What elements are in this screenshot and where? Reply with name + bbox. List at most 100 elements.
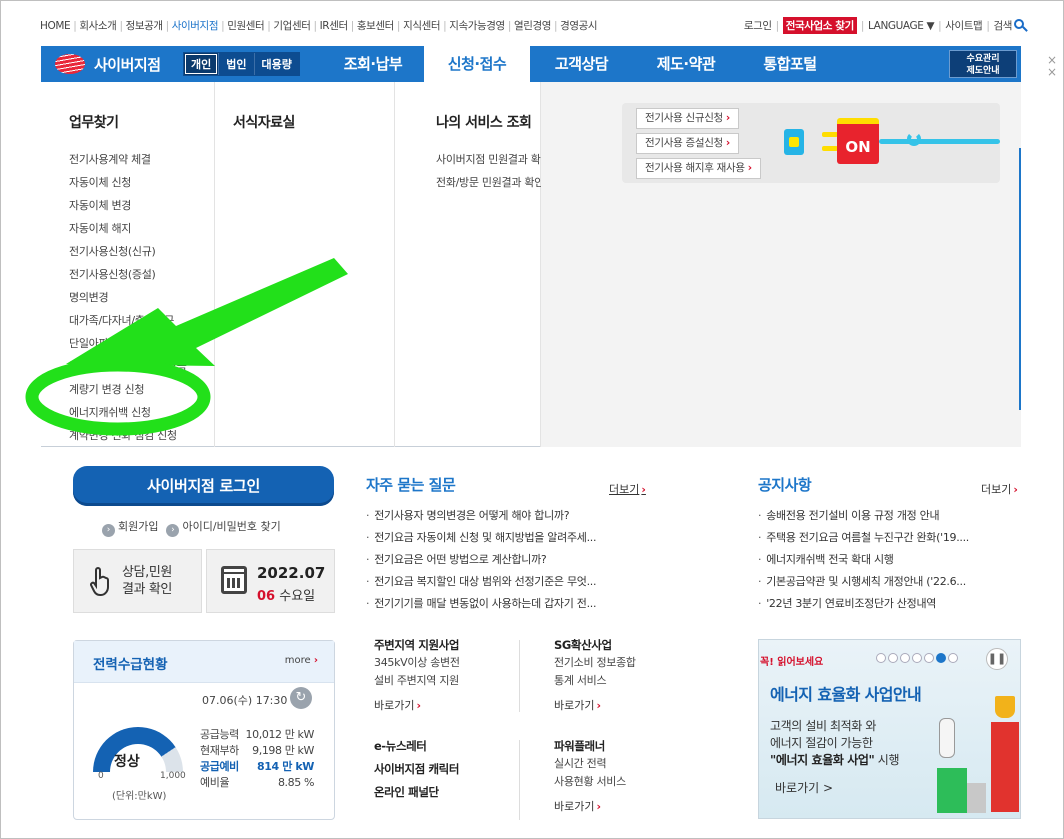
pager-dot[interactable]: [924, 653, 934, 663]
util-link-1[interactable]: 회사소개: [79, 20, 116, 32]
find-office-link[interactable]: 전국사업소 찾기: [782, 17, 857, 34]
cyber-branch-login-button[interactable]: 사이버지점 로그인: [73, 466, 334, 506]
chevron-right-icon: ›: [596, 800, 602, 813]
pager-dot-active[interactable]: [936, 653, 946, 663]
power-more-link[interactable]: more ›: [285, 655, 318, 666]
notice-item[interactable]: 주택용 전기요금 여름철 누진구간 완화('19....: [758, 527, 1018, 549]
util-link-4[interactable]: 민원센터: [227, 20, 264, 32]
business-item[interactable]: 종합계약 아파트 전환 요금: [69, 359, 214, 382]
newsletter-link[interactable]: e-뉴스레터: [374, 737, 459, 760]
faq-item[interactable]: 전기요금 자동이체 신청 및 해지방법을 알려주세...: [366, 527, 654, 549]
promo-box: 전기사용 신규신청 › 전기사용 증설신청 › 전기사용 해지후 재사용 › ON: [622, 103, 1000, 183]
banner-go-link[interactable]: 바로가기 >: [775, 779, 833, 796]
gnb-menu-item-3[interactable]: 제도·약관: [633, 46, 739, 82]
util-link-8[interactable]: 지식센터: [403, 20, 440, 32]
refresh-icon[interactable]: ↻: [290, 687, 312, 709]
segment-tab-0[interactable]: 개인: [184, 53, 219, 75]
my-service-item[interactable]: 사이버지점 민원결과 확인: [436, 152, 551, 175]
notice-item[interactable]: '22년 3분기 연료비조정단가 산정내역: [758, 593, 1018, 615]
business-item[interactable]: 계량기 변경 신청: [69, 382, 214, 405]
business-item[interactable]: 단일아파트 호별 사용량 제출: [69, 336, 214, 359]
pager-dot[interactable]: [888, 653, 898, 663]
join-link[interactable]: › 회원가입: [102, 518, 158, 537]
business-item[interactable]: 명의변경: [69, 290, 214, 313]
pager-dot[interactable]: [948, 653, 958, 663]
faq-item[interactable]: 전기사용자 명의변경은 어떻게 해야 합니까?: [366, 505, 654, 527]
day-number: 06: [257, 589, 276, 604]
util-link-6[interactable]: IR센터: [320, 20, 349, 32]
power-stats: 공급능력 10,012 만 kW 현재부하 9,198 만 kW 공급예비 814 만 k…: [200, 727, 314, 791]
notice-more-link[interactable]: 더보기 ›: [981, 481, 1018, 497]
service-go-link[interactable]: 바로가기 ›: [554, 697, 636, 713]
gnb-menu-item-2[interactable]: 고객상담: [530, 46, 633, 82]
demand-management-button[interactable]: 수요관리 제도안내: [949, 50, 1017, 78]
service-links: e-뉴스레터 사이버지점 캐릭터 온라인 패널단: [374, 737, 459, 806]
character-link[interactable]: 사이버지점 캐릭터: [374, 760, 459, 783]
faq-item[interactable]: 전기요금 복지할인 대상 범위와 선정기준은 무엇...: [366, 571, 654, 593]
faq-more-link[interactable]: 더보기 ›: [609, 481, 646, 497]
util-link-9[interactable]: 지속가능경영: [449, 20, 505, 32]
util-link-10[interactable]: 열린경영: [514, 20, 551, 32]
business-item[interactable]: 전기사용신청(증설): [69, 267, 214, 290]
find-account-link[interactable]: › 아이디/비밀번호 찾기: [166, 518, 281, 537]
divider: [519, 740, 520, 820]
side-close-icon[interactable]: × ×: [1046, 54, 1058, 80]
login-link[interactable]: 로그인: [744, 18, 772, 33]
plug-prong-icon: [822, 132, 838, 137]
sitemap-link[interactable]: 사이트맵: [945, 18, 982, 33]
util-link-11[interactable]: 경영공시: [560, 20, 597, 32]
promo-button-1[interactable]: 전기사용 증설신청 ›: [636, 133, 739, 154]
business-item[interactable]: 자동이체 변경: [69, 198, 214, 221]
language-dropdown[interactable]: LANGUAGE ▼: [868, 20, 935, 32]
faq-item[interactable]: 전기요금은 어떤 방법으로 계산합니까?: [366, 549, 654, 571]
person-illustration-icon: [939, 718, 955, 758]
divider: |: [396, 20, 401, 32]
gnb-menu-item-0[interactable]: 조회·납부: [322, 46, 424, 82]
banner-desc-line: 에너지 절감이 가능한: [770, 736, 873, 750]
service-go-link[interactable]: 바로가기 ›: [374, 697, 460, 713]
consult-result-tile[interactable]: 상담,민원 결과 확인: [73, 549, 202, 613]
business-item[interactable]: 계약변경 전화 점검 신청: [69, 428, 214, 451]
promo-button-0[interactable]: 전기사용 신규신청 ›: [636, 108, 739, 129]
my-service-item[interactable]: 전화/방문 민원결과 확인: [436, 175, 544, 198]
trophy-icon: [995, 696, 1015, 718]
business-item[interactable]: 에너지캐쉬백 신청: [69, 405, 214, 428]
segment-tab-1[interactable]: 법인: [218, 53, 253, 75]
gnb-menu-item-4[interactable]: 통합포털: [739, 46, 841, 82]
util-link-3[interactable]: 사이버지점: [172, 20, 219, 32]
pager-dot[interactable]: [900, 653, 910, 663]
efficiency-banner[interactable]: 꼭! 읽어보세요 ❚❚ 에너지 효율화 사업안내 고객의 설비 최적화 와 에너…: [758, 639, 1021, 819]
search-button[interactable]: 검색: [993, 18, 1024, 33]
go-label: 바로가기: [374, 699, 415, 712]
pager-dot[interactable]: [876, 653, 886, 663]
util-link-2[interactable]: 정보공개: [126, 20, 163, 32]
faq-item[interactable]: 전기기기를 매달 변동없이 사용하는데 갑자기 전...: [366, 593, 654, 615]
business-item[interactable]: 전기사용신청(신규): [69, 244, 214, 267]
pause-icon[interactable]: ❚❚: [986, 648, 1008, 670]
notice-item[interactable]: 기본공급약관 및 시행세칙 개정안내 ('22.6...: [758, 571, 1018, 593]
gnb-menu-item-1[interactable]: 신청·접수: [424, 46, 530, 82]
banner-desc-line: 고객의 설비 최적화 와: [770, 719, 877, 733]
stat-label: 공급예비: [200, 760, 239, 773]
banner-pager[interactable]: [876, 653, 958, 663]
service-title: SG확산사업: [554, 638, 612, 652]
business-item[interactable]: 자동이체 신청: [69, 175, 214, 198]
pager-dot[interactable]: [912, 653, 922, 663]
business-item[interactable]: 자동이체 해지: [69, 221, 214, 244]
util-link-5[interactable]: 기업센터: [273, 20, 310, 32]
mega-col-title[interactable]: 서식자료실: [233, 112, 394, 132]
notice-item[interactable]: 송배전용 전기설비 이용 규정 개정 안내: [758, 505, 1018, 527]
util-link-7[interactable]: 홍보센터: [357, 20, 394, 32]
divider: |: [507, 20, 512, 32]
business-item[interactable]: 대가족/다자녀/출산가구: [69, 313, 214, 336]
notice-item[interactable]: 에너지캐쉬백 전국 확대 시행: [758, 549, 1018, 571]
promo-button-2[interactable]: 전기사용 해지후 재사용 ›: [636, 158, 761, 179]
go-label: 바로가기: [554, 699, 595, 712]
online-panel-link[interactable]: 온라인 패널단: [374, 783, 459, 806]
brand-name[interactable]: 사이버지점: [94, 54, 161, 75]
gauge-min: 0: [98, 771, 104, 781]
util-link-0[interactable]: HOME: [40, 20, 71, 32]
service-go-link[interactable]: 바로가기 ›: [554, 798, 626, 814]
segment-tab-2[interactable]: 대용량: [253, 53, 299, 75]
business-item[interactable]: 전기사용계약 체결: [69, 152, 214, 175]
